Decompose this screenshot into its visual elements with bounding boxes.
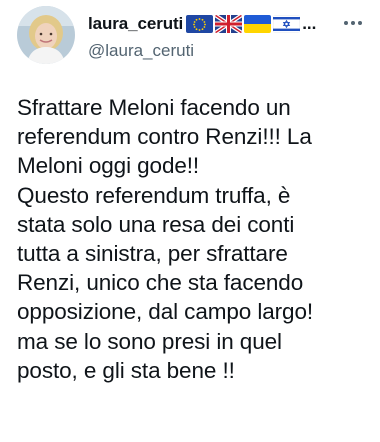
ukraine-flag-icon xyxy=(244,15,272,33)
flag-emoji-group xyxy=(184,15,301,33)
avatar[interactable] xyxy=(17,6,75,64)
name-truncation-ellipsis: ... xyxy=(302,14,317,33)
tweet-text: Sfrattare Meloni facendo un referendum c… xyxy=(17,95,314,383)
more-options-button[interactable] xyxy=(339,12,367,34)
name-row: laura_ceruti ... xyxy=(88,12,328,36)
tweet-header: laura_ceruti ... @laura_ceruti xyxy=(0,0,380,80)
avatar-image xyxy=(17,6,75,64)
united-kingdom-flag-icon xyxy=(215,15,243,33)
user-handle[interactable]: @laura_ceruti xyxy=(88,41,194,61)
european-union-flag-icon xyxy=(186,15,214,33)
more-options-icon xyxy=(344,21,362,25)
israel-flag-icon xyxy=(273,15,301,33)
display-name[interactable]: laura_ceruti xyxy=(88,14,183,34)
